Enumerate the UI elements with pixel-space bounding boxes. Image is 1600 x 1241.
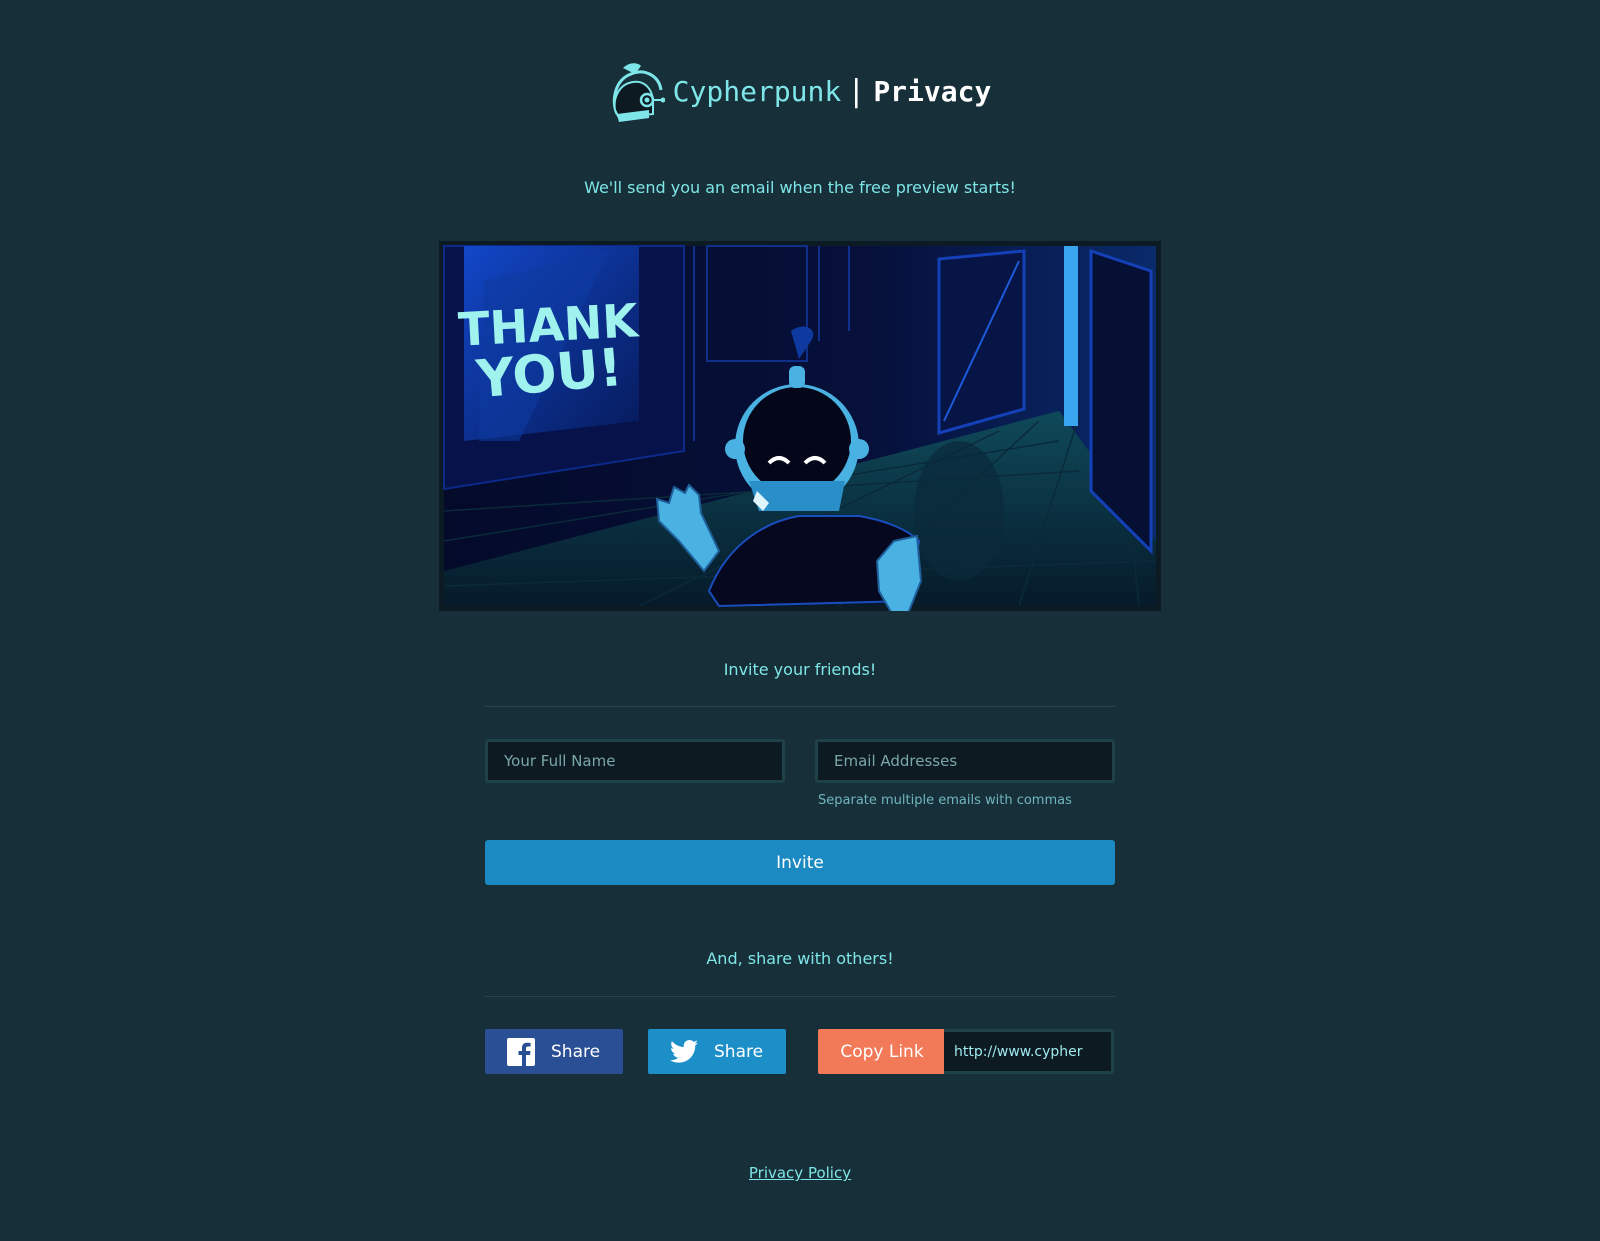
invite-button[interactable]: Invite xyxy=(485,840,1115,885)
tagline: We'll send you an email when the free pr… xyxy=(584,178,1016,197)
thank-you-illustration: THANK YOU! xyxy=(439,241,1161,611)
page: Cypherpunk | Privacy We'll send you an e… xyxy=(0,0,1600,1241)
twitter-icon xyxy=(670,1038,698,1066)
product-name: Privacy xyxy=(873,74,992,108)
copy-link-button[interactable]: Copy Link xyxy=(818,1029,946,1074)
share-link-field[interactable] xyxy=(944,1029,1114,1074)
full-name-input[interactable] xyxy=(485,739,785,783)
hero-you: YOU! xyxy=(473,338,625,411)
helmet-robot-icon xyxy=(609,60,666,122)
brand-name: Cypherpunk xyxy=(672,74,842,108)
divider xyxy=(485,996,1115,997)
email-addresses-input[interactable] xyxy=(815,739,1115,783)
header-logo: Cypherpunk | Privacy xyxy=(0,60,1600,122)
facebook-share-button[interactable]: Share xyxy=(485,1029,623,1074)
footer: Privacy Policy xyxy=(0,1163,1600,1182)
twitter-share-label: Share xyxy=(714,1041,764,1062)
email-hint: Separate multiple emails with commas xyxy=(818,793,1072,808)
share-heading: And, share with others! xyxy=(706,949,894,968)
brand-separator: | xyxy=(847,73,866,109)
divider xyxy=(485,706,1115,707)
invite-heading: Invite your friends! xyxy=(723,660,877,679)
privacy-policy-link[interactable]: Privacy Policy xyxy=(749,1164,851,1182)
facebook-icon xyxy=(507,1037,535,1066)
twitter-share-button[interactable]: Share xyxy=(648,1029,786,1074)
facebook-share-label: Share xyxy=(551,1041,601,1062)
